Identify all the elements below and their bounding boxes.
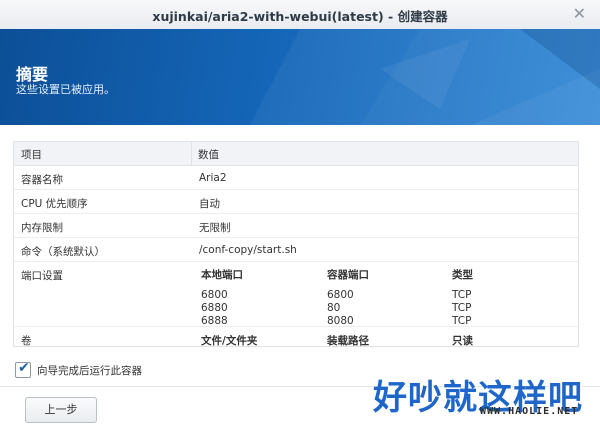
- checkmark-icon: ✔: [18, 360, 30, 376]
- header-divider: [191, 142, 192, 165]
- table-row-container-name: 容器名称 Aria2: [14, 166, 578, 190]
- summary-banner: 摘要 这些设置已被应用。: [0, 29, 600, 125]
- header-item: 项目: [21, 149, 42, 161]
- row-key: 容器名称: [21, 174, 63, 186]
- port-local: 6888: [201, 315, 228, 327]
- port-local: 6800: [201, 289, 228, 301]
- port-type: TCP: [452, 289, 472, 301]
- banner-decoration: [250, 29, 600, 125]
- port-container: 8080: [327, 315, 354, 327]
- window-titlebar: xujinkai/aria2-with-webui(latest) - 创建容器…: [0, 0, 600, 30]
- summary-table: 项目 数值 容器名称 Aria2 CPU 优先顺序 自动 内存限制 无限制 命令…: [13, 141, 579, 347]
- summary-subtitle: 这些设置已被应用。: [16, 83, 115, 96]
- table-header: 项目 数值: [14, 142, 578, 166]
- port-type: TCP: [452, 315, 472, 327]
- watermark-url: WWW.HAOLIE.NET: [480, 406, 579, 417]
- port-local: 6880: [201, 302, 228, 314]
- table-row-command: 命令（系统默认） /conf-copy/start.sh: [14, 238, 578, 262]
- previous-step-button[interactable]: 上一步: [25, 397, 97, 423]
- port-header-type: 类型: [452, 269, 473, 281]
- table-row-memory-limit: 内存限制 无限制: [14, 214, 578, 238]
- window-title: xujinkai/aria2-with-webui(latest) - 创建容器: [152, 9, 448, 24]
- port-container: 6800: [327, 289, 354, 301]
- table-row-volumes: 卷 文件/文件夹 装载路径 只读: [14, 327, 578, 347]
- header-value: 数值: [198, 149, 219, 161]
- row-value: Aria2: [199, 172, 227, 184]
- volume-header-mount: 装载路径: [327, 335, 369, 347]
- row-key: CPU 优先顺序: [21, 198, 88, 210]
- volume-header-readonly: 只读: [452, 335, 473, 347]
- port-header-container: 容器端口: [327, 269, 369, 281]
- row-key: 端口设置: [21, 270, 63, 282]
- row-key: 卷: [21, 335, 32, 347]
- volume-header-file: 文件/文件夹: [201, 335, 258, 347]
- row-value: /conf-copy/start.sh: [199, 244, 297, 256]
- run-after-wizard-label[interactable]: 向导完成后运行此容器: [37, 363, 142, 378]
- row-value: 自动: [199, 198, 220, 210]
- row-key: 命令（系统默认）: [21, 246, 105, 258]
- row-value: 无限制: [199, 222, 231, 234]
- close-icon[interactable]: ✕: [573, 4, 586, 23]
- watermark-logo: 好吵就这样吧 WWW.HAOLIE.NET: [373, 370, 598, 426]
- port-type: TCP: [452, 302, 472, 314]
- port-container: 80: [327, 302, 341, 314]
- run-after-wizard-checkbox[interactable]: ✔: [15, 360, 31, 378]
- table-row-port-settings: 端口设置 本地端口 容器端口 类型 6800 6800 TCP 6880 80 …: [14, 262, 578, 327]
- port-header-local: 本地端口: [201, 269, 243, 281]
- table-row-cpu-priority: CPU 优先顺序 自动: [14, 190, 578, 214]
- row-key: 内存限制: [21, 222, 63, 234]
